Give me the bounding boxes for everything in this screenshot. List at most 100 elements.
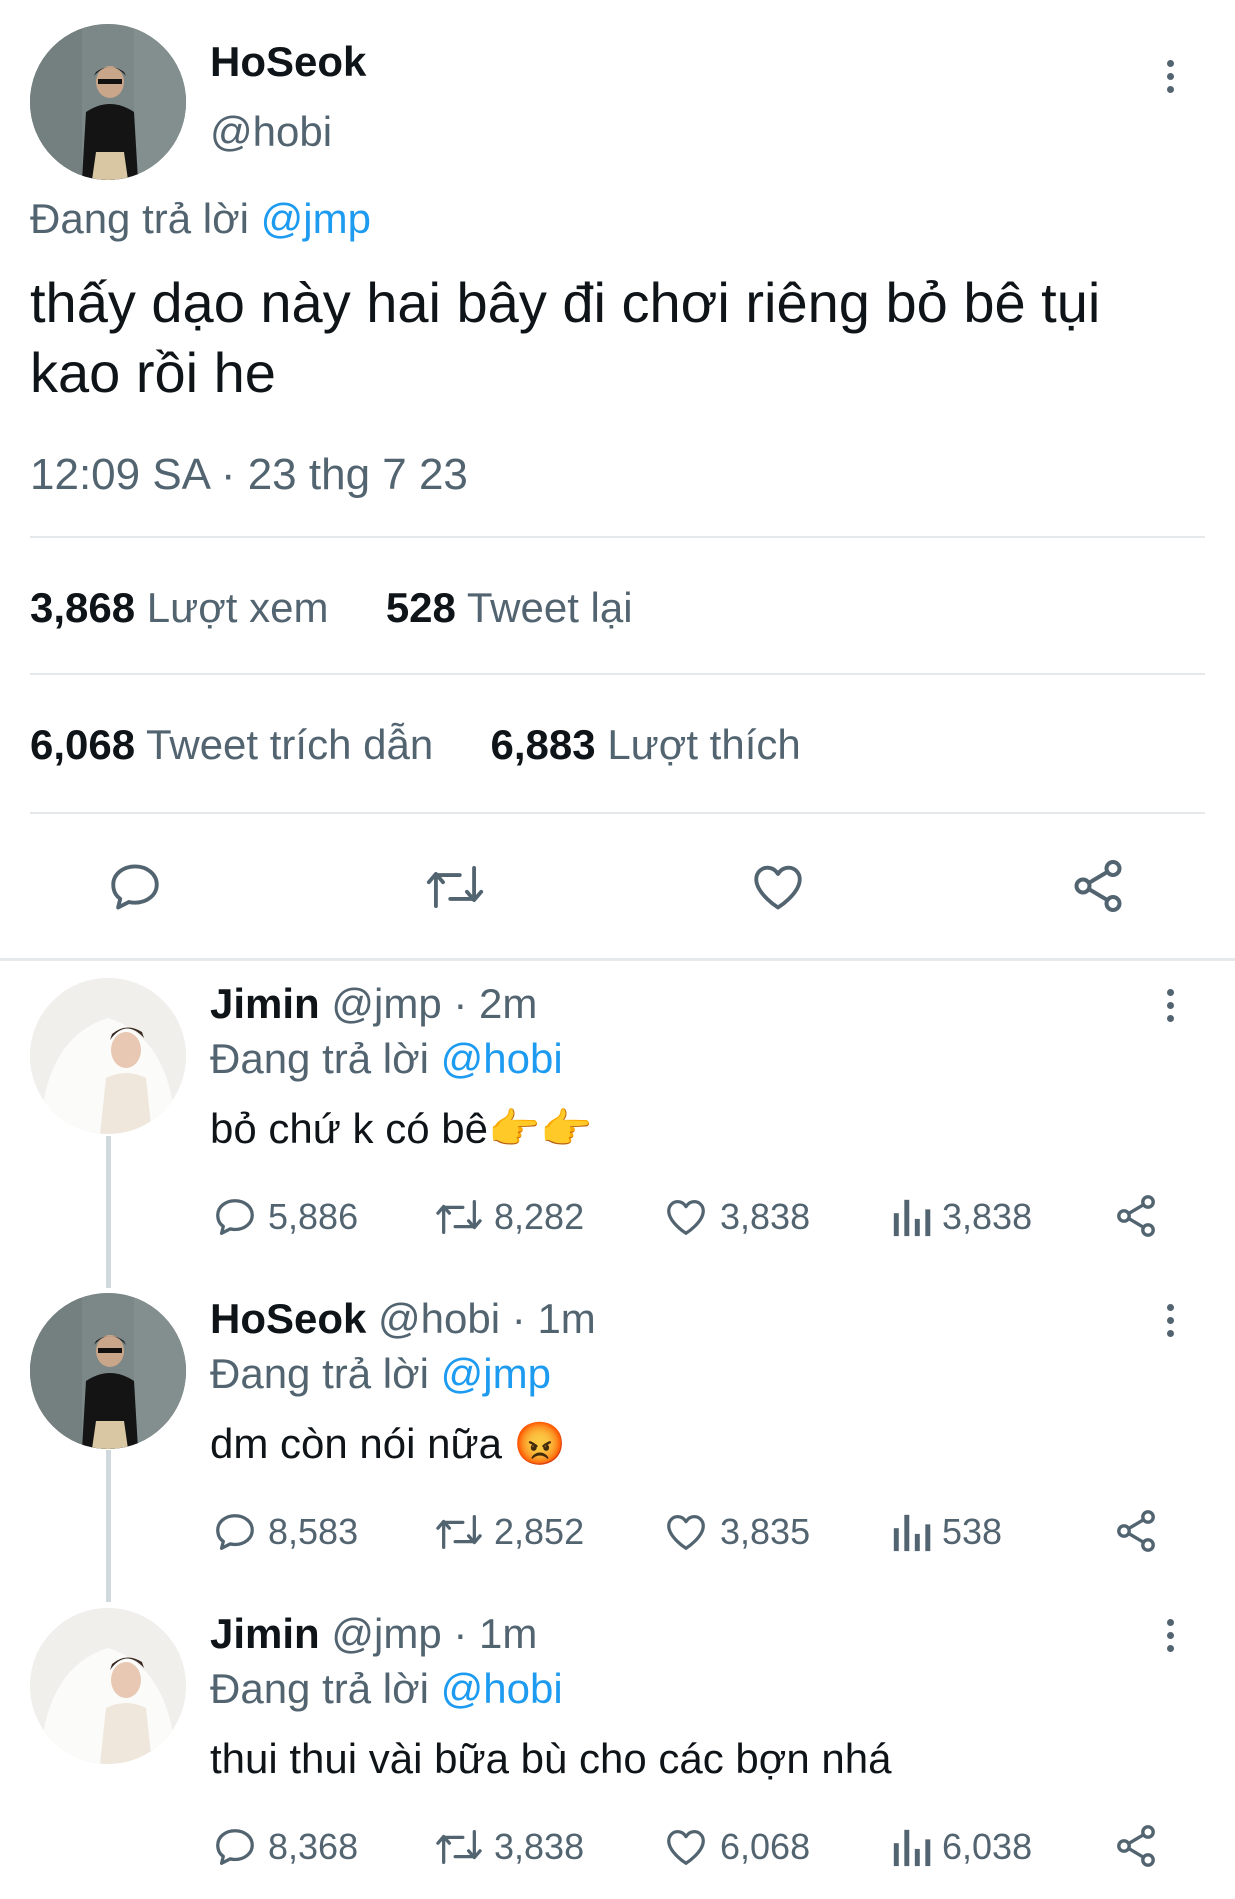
like-icon: [667, 1200, 705, 1235]
replying-to-handle[interactable]: @jmp: [441, 1350, 551, 1397]
views-button[interactable]: 6,038: [890, 1824, 1032, 1870]
reply-display-name[interactable]: HoSeok: [210, 1295, 366, 1342]
reply-time[interactable]: 2m: [479, 980, 537, 1027]
like-count: 3,835: [720, 1511, 811, 1552]
reply-text: bỏ chứ k có bê👉👉: [210, 1105, 593, 1154]
avatar-jimin[interactable]: [30, 1608, 186, 1764]
views-icon: [893, 1514, 931, 1552]
more-options-icon[interactable]: [1150, 1300, 1190, 1340]
share-button[interactable]: [1068, 856, 1128, 921]
divider: [30, 812, 1205, 814]
reply-handle[interactable]: @jmp: [331, 980, 441, 1027]
reply-text: dm còn nói nữa 😡: [210, 1420, 566, 1469]
retweet-icon: [436, 1200, 482, 1234]
like-button[interactable]: 3,835: [662, 1509, 810, 1555]
divider: [30, 673, 1205, 675]
reply-icon: [216, 1199, 254, 1235]
like-icon: [667, 1830, 705, 1865]
reply-icon: [216, 1514, 254, 1550]
reply-button[interactable]: [106, 858, 164, 921]
angry-face-emoji: 😡: [513, 1420, 566, 1467]
reply-button[interactable]: 8,368: [212, 1824, 358, 1870]
retweet-count: 8,282: [494, 1196, 585, 1237]
retweets-label: Tweet lại: [466, 584, 633, 631]
retweet-button[interactable]: 8,282: [434, 1194, 584, 1240]
reply-text-body: dm còn nói nữa: [210, 1420, 502, 1467]
more-options-icon[interactable]: [1150, 56, 1190, 96]
views-stat[interactable]: 3,868 Lượt xem: [30, 584, 340, 631]
reply-separator: ·: [453, 980, 468, 1027]
retweets-stat[interactable]: 528 Tweet lại: [386, 584, 633, 631]
quotes-count: 6,068: [30, 721, 136, 768]
views-count: 538: [942, 1511, 1003, 1552]
reply-display-name[interactable]: Jimin: [210, 980, 320, 1027]
reply-count: 5,886: [268, 1196, 359, 1237]
reply-time[interactable]: 1m: [479, 1610, 537, 1657]
divider: [30, 536, 1205, 538]
views-count: 3,838: [942, 1196, 1033, 1237]
reply-separator: ·: [511, 1295, 526, 1342]
replying-to-handle[interactable]: @hobi: [441, 1665, 563, 1712]
retweet-button[interactable]: [424, 858, 486, 921]
like-button[interactable]: 3,838: [662, 1194, 810, 1240]
avatar-hoseok[interactable]: [30, 24, 186, 180]
replying-to-line: Đang trả lời @hobi: [210, 1665, 563, 1713]
reply-icon: [216, 1829, 254, 1865]
avatar-jimin-image: [30, 1608, 186, 1764]
section-divider: [0, 958, 1235, 961]
more-options-icon[interactable]: [1150, 985, 1190, 1025]
reply-handle[interactable]: @jmp: [331, 1610, 441, 1657]
share-button[interactable]: [1112, 1507, 1160, 1555]
more-options-icon[interactable]: [1150, 1615, 1190, 1655]
reply-handle[interactable]: @hobi: [378, 1295, 500, 1342]
avatar-hoseok-image: [30, 1293, 186, 1449]
author-display-name[interactable]: HoSeok: [210, 38, 366, 86]
like-count: 3,838: [720, 1196, 811, 1237]
views-button[interactable]: 3,838: [890, 1194, 1032, 1240]
likes-stat[interactable]: 6,883 Lượt thích: [491, 721, 801, 768]
replying-to-handle[interactable]: @jmp: [261, 195, 371, 242]
reply-display-name[interactable]: Jimin: [210, 1610, 320, 1657]
reply-icon: [111, 864, 159, 910]
views-label: Lượt xem: [146, 584, 329, 631]
stats-row-2: 6,068 Tweet trích dẫn 6,883 Lượt thích: [30, 721, 801, 769]
replying-to-label: Đang trả lời: [210, 1665, 429, 1712]
quotes-stat[interactable]: 6,068 Tweet trích dẫn: [30, 721, 445, 768]
replying-to-handle[interactable]: @hobi: [441, 1035, 563, 1082]
reply-count: 8,368: [268, 1826, 359, 1867]
tweet-timestamp[interactable]: 12:09 SA · 23 thg 7 23: [30, 450, 468, 500]
like-button[interactable]: [748, 858, 808, 921]
reply-separator: ·: [453, 1610, 468, 1657]
like-count: 6,068: [720, 1826, 811, 1867]
retweet-icon: [436, 1830, 482, 1864]
share-icon: [1074, 860, 1122, 912]
share-button[interactable]: [1112, 1822, 1160, 1870]
retweet-button[interactable]: 2,852: [434, 1509, 584, 1555]
likes-count: 6,883: [490, 721, 596, 768]
retweets-count: 528: [385, 584, 456, 631]
replying-to-label: Đang trả lời: [30, 195, 249, 242]
reply-time[interactable]: 1m: [537, 1295, 595, 1342]
retweet-icon: [426, 866, 484, 908]
reply-count: 8,583: [268, 1511, 359, 1552]
avatar-jimin[interactable]: [30, 978, 186, 1134]
views-count: 6,038: [942, 1826, 1033, 1867]
retweet-button[interactable]: 3,838: [434, 1824, 584, 1870]
replying-to-label: Đang trả lời: [210, 1035, 429, 1082]
reply-button[interactable]: 5,886: [212, 1194, 358, 1240]
like-button[interactable]: 6,068: [662, 1824, 810, 1870]
share-icon: [1117, 1195, 1155, 1237]
views-icon: [893, 1829, 931, 1867]
share-button[interactable]: [1112, 1192, 1160, 1240]
replying-to-label: Đang trả lời: [210, 1350, 429, 1397]
retweet-count: 2,852: [494, 1511, 585, 1552]
reply-button[interactable]: 8,583: [212, 1509, 358, 1555]
reply-text-body: bỏ chứ k có bê: [210, 1105, 488, 1152]
avatar-hoseok[interactable]: [30, 1293, 186, 1449]
replying-to-line: Đang trả lời @hobi: [210, 1035, 563, 1083]
retweet-count: 3,838: [494, 1826, 585, 1867]
views-button[interactable]: 538: [890, 1509, 1002, 1555]
avatar-hoseok-image: [30, 24, 186, 180]
quotes-label: Tweet trích dẫn: [146, 721, 434, 768]
author-handle[interactable]: @hobi: [210, 108, 332, 156]
